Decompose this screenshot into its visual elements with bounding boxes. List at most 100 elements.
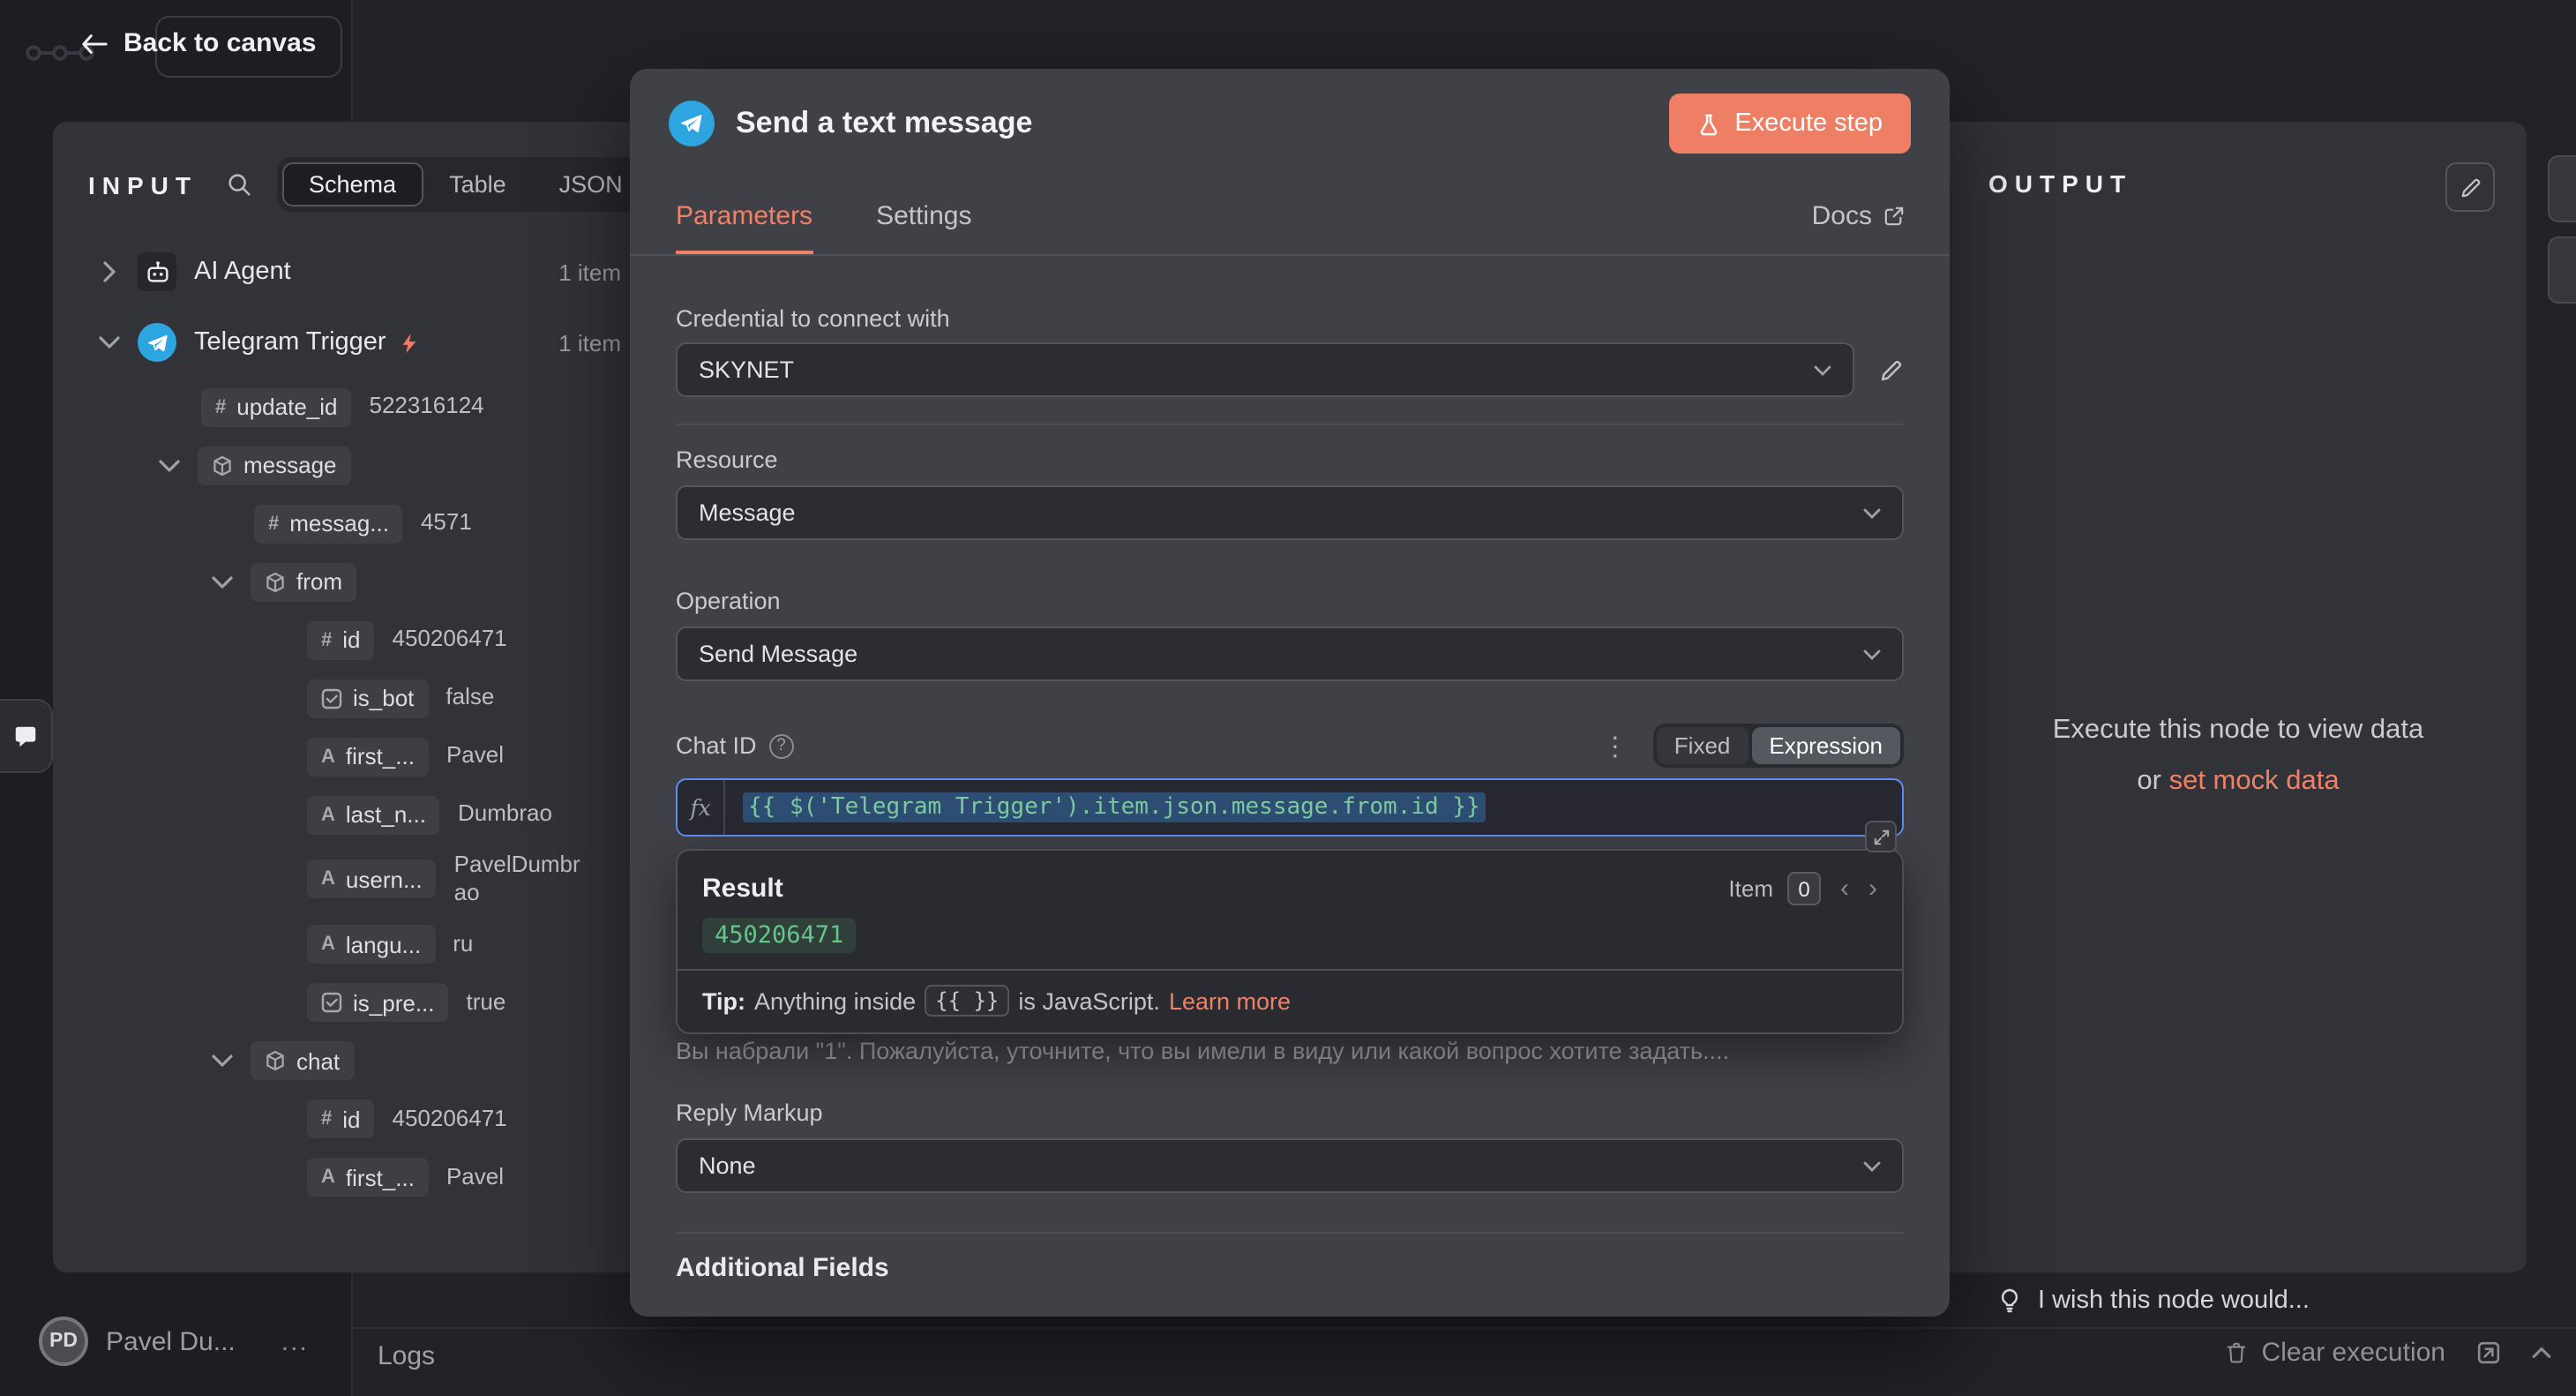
chevron-down-icon: [1863, 1160, 1881, 1171]
schema-tree: AI Agent 1 item Telegram Trigger 1 item …: [53, 236, 642, 1206]
reply-markup-select[interactable]: None: [676, 1138, 1904, 1193]
tab-schema[interactable]: Schema: [282, 162, 423, 206]
pencil-icon: [2459, 176, 2482, 199]
robot-icon: [138, 252, 176, 291]
chevron-icon[interactable]: [155, 454, 183, 476]
chevron-icon[interactable]: [208, 571, 236, 592]
operation-label: Operation: [676, 588, 781, 614]
schema-key: chat: [296, 1047, 341, 1074]
output-empty-state: Execute this node to view data or set mo…: [1950, 704, 2527, 808]
chevron-up-icon[interactable]: [2532, 1347, 2551, 1359]
help-icon[interactable]: ?: [768, 733, 794, 758]
schema-key-pill[interactable]: chat: [251, 1041, 355, 1080]
schema-value: 522316124: [369, 392, 484, 419]
output-empty-line1: Execute this node to view data: [2052, 715, 2424, 745]
mode-fixed[interactable]: Fixed: [1656, 727, 1749, 764]
schema-key-pill[interactable]: message: [198, 446, 351, 484]
schema-field-row[interactable]: # id 450206471: [53, 611, 642, 669]
chevron-icon[interactable]: [208, 1050, 236, 1071]
back-to-canvas-button[interactable]: Back to canvas: [81, 28, 316, 58]
execute-step-button[interactable]: Execute step: [1669, 94, 1911, 154]
tab-settings[interactable]: Settings: [876, 178, 971, 254]
expression-text[interactable]: {{ $('Telegram Trigger').item.json.messa…: [743, 792, 1486, 822]
schema-key-pill[interactable]: A langu...: [307, 925, 436, 964]
node-label: Telegram Trigger: [194, 328, 386, 357]
pop-out-icon[interactable]: [2477, 1341, 2500, 1364]
schema-field-row[interactable]: A first_... Pavel: [53, 1148, 642, 1206]
schema-key-pill[interactable]: # update_id: [201, 387, 352, 426]
logs-toggle[interactable]: Logs: [378, 1341, 435, 1371]
schema-key-pill[interactable]: # messag...: [254, 504, 403, 543]
mode-expression[interactable]: Expression: [1751, 727, 1900, 764]
schema-field-row[interactable]: from: [53, 552, 642, 611]
trash-icon: [2225, 1341, 2248, 1364]
schema-key-pill[interactable]: # id: [307, 1100, 375, 1138]
schema-field-row[interactable]: # update_id 522316124: [53, 378, 642, 436]
schema-node-row[interactable]: Telegram Trigger 1 item: [53, 307, 642, 378]
clear-execution-button[interactable]: Clear execution: [2225, 1338, 2445, 1368]
chevron-down-icon: [1863, 649, 1881, 659]
chat-toggle-button[interactable]: [0, 699, 53, 773]
lightbulb-icon: [1997, 1288, 2022, 1313]
learn-more-link[interactable]: Learn more: [1169, 987, 1291, 1014]
next-item-button[interactable]: ›: [1868, 874, 1877, 904]
schema-field-row[interactable]: # id 450206471: [53, 1090, 642, 1148]
item-index: 0: [1787, 872, 1821, 905]
schema-field-row[interactable]: A langu... ru: [53, 915, 642, 973]
schema-node-row[interactable]: AI Agent 1 item: [53, 236, 642, 307]
schema-field-row[interactable]: chat: [53, 1032, 642, 1090]
reply-markup-label: Reply Markup: [676, 1100, 823, 1126]
resource-select[interactable]: Message: [676, 485, 1904, 540]
schema-key-pill[interactable]: A first_...: [307, 737, 429, 776]
schema-field-row[interactable]: message: [53, 436, 642, 494]
schema-field-row[interactable]: A usern... PavelDumbrao: [53, 844, 642, 915]
schema-key-pill[interactable]: A usern...: [307, 859, 437, 899]
expression-tip: Tip: Anything inside {{ }} is JavaScript…: [678, 969, 1902, 1032]
search-icon[interactable]: [226, 171, 252, 198]
chat-id-expression-input[interactable]: fx {{ $('Telegram Trigger').item.json.me…: [676, 778, 1904, 852]
chevron-icon[interactable]: [95, 261, 124, 282]
prev-item-button[interactable]: ‹: [1840, 874, 1849, 904]
expand-expression-icon[interactable]: [1865, 821, 1897, 852]
result-value: 450206471: [702, 918, 857, 953]
schema-field-row[interactable]: is_bot false: [53, 669, 642, 727]
tab-table[interactable]: Table: [423, 162, 533, 206]
kebab-menu-icon[interactable]: ⋮: [1602, 730, 1629, 762]
user-menu-dots[interactable]: ...: [281, 1326, 309, 1356]
schema-value: PavelDumbrao: [453, 851, 580, 906]
schema-field-row[interactable]: # messag... 4571: [53, 494, 642, 552]
node-feedback-row[interactable]: I wish this node would...: [1997, 1287, 2310, 1315]
reply-markup-value: None: [699, 1152, 756, 1179]
clear-execution-label: Clear execution: [2261, 1338, 2445, 1368]
credential-select[interactable]: SKYNET: [676, 342, 1854, 397]
schema-key-pill[interactable]: A first_...: [307, 1158, 429, 1197]
schema-key-pill[interactable]: A last_n...: [307, 795, 440, 834]
schema-key-pill[interactable]: is_pre...: [307, 983, 449, 1022]
schema-field-row[interactable]: is_pre... true: [53, 973, 642, 1032]
schema-field-row[interactable]: A first_... Pavel: [53, 727, 642, 785]
schema-key-pill[interactable]: from: [251, 562, 356, 601]
schema-key-pill[interactable]: # id: [307, 620, 375, 659]
tab-json[interactable]: JSON: [533, 162, 642, 206]
text-field-hint: Вы набрали "1". Пожалуйста, уточните, чт…: [676, 1038, 1730, 1064]
chevron-icon[interactable]: [95, 332, 124, 353]
schema-key: first_...: [345, 743, 415, 769]
schema-key: langu...: [345, 931, 422, 957]
schema-key: is_bot: [353, 685, 415, 711]
collapsed-panel-tab[interactable]: [2548, 155, 2576, 222]
schema-field-row[interactable]: A last_n... Dumbrao: [53, 785, 642, 844]
edit-credential-icon[interactable]: [1879, 357, 1904, 382]
docs-link[interactable]: Docs: [1812, 178, 1904, 254]
set-mock-data-link[interactable]: set mock data: [2169, 767, 2340, 797]
schema-key-pill[interactable]: is_bot: [307, 679, 429, 717]
schema-value: 450206471: [392, 1104, 507, 1131]
user-menu[interactable]: PD Pavel Du... ...: [39, 1317, 309, 1366]
schema-key: messag...: [289, 510, 389, 537]
collapsed-panel-tab[interactable]: [2548, 236, 2576, 304]
tab-parameters[interactable]: Parameters: [676, 178, 812, 254]
operation-value: Send Message: [699, 641, 858, 667]
telegram-icon: [138, 323, 176, 362]
schema-key: id: [342, 1106, 361, 1132]
edit-output-button[interactable]: [2445, 162, 2495, 212]
operation-select[interactable]: Send Message: [676, 627, 1904, 681]
